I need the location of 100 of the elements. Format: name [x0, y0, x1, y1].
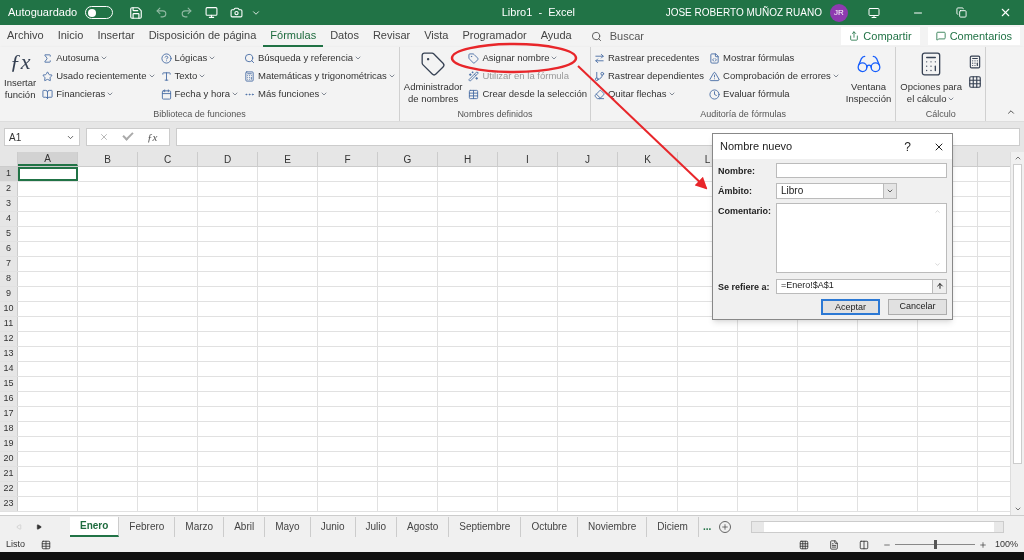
row-header[interactable]: 17: [0, 407, 18, 421]
sheet-tab[interactable]: Octubre: [521, 516, 578, 537]
more-sheets-button[interactable]: ...: [702, 519, 712, 534]
sheet-tab[interactable]: Julio: [355, 516, 398, 537]
ribbon-large-button[interactable]: Ventana Inspección: [844, 51, 893, 108]
row-header[interactable]: 8: [0, 272, 18, 286]
sheet-tab[interactable]: Mayo: [265, 516, 311, 537]
scope-dropdown[interactable]: Libro: [776, 182, 897, 199]
sheet-tab[interactable]: Abril: [224, 516, 266, 537]
ribbon-button[interactable]: Financieras: [42, 87, 156, 101]
column-header[interactable]: G: [378, 152, 438, 166]
row-header[interactable]: 22: [0, 482, 18, 496]
macro-record-icon[interactable]: [41, 539, 51, 550]
ribbon-tab[interactable]: Insertar: [90, 25, 142, 47]
column-header[interactable]: D: [198, 152, 258, 166]
restore-icon[interactable]: [956, 7, 967, 18]
user-avatar[interactable]: JR: [830, 3, 848, 22]
save-icon[interactable]: [129, 5, 144, 20]
column-header[interactable]: F: [318, 152, 378, 166]
row-header[interactable]: 1: [0, 167, 18, 181]
row-header[interactable]: 10: [0, 302, 18, 316]
insert-function-icon[interactable]: ƒx: [147, 128, 158, 146]
ribbon-large-button[interactable]: Opciones para el cálculo: [899, 51, 964, 108]
row-header[interactable]: 7: [0, 257, 18, 271]
dialog-button[interactable]: Cancelar: [888, 299, 947, 315]
name-box[interactable]: A1: [4, 128, 80, 146]
column-header[interactable]: H: [438, 152, 498, 166]
sheet-tab[interactable]: Febrero: [119, 516, 176, 537]
selected-cell[interactable]: [18, 167, 78, 181]
ribbon-button[interactable]: Rastrear precedentes: [594, 51, 705, 65]
dialog-button[interactable]: Aceptar: [821, 299, 880, 315]
row-header[interactable]: 5: [0, 227, 18, 241]
row-header[interactable]: 4: [0, 212, 18, 226]
ribbon-button[interactable]: Mostrar fórmulas: [709, 51, 840, 65]
ribbon-button[interactable]: Usado recientemente: [42, 69, 156, 83]
row-header[interactable]: 15: [0, 377, 18, 391]
row-header[interactable]: 20: [0, 452, 18, 466]
help-button[interactable]: ?: [904, 137, 911, 156]
column-header[interactable]: J: [558, 152, 618, 166]
next-sheet-icon[interactable]: [36, 523, 42, 530]
sheet-tab[interactable]: Agosto: [397, 516, 450, 537]
ribbon-tab[interactable]: Ayuda: [533, 25, 579, 47]
row-header[interactable]: 23: [0, 497, 18, 511]
row-header[interactable]: 12: [0, 332, 18, 346]
row-header[interactable]: 2: [0, 182, 18, 196]
page-break-icon[interactable]: [858, 539, 869, 550]
sheet-tab[interactable]: Diciem: [647, 516, 699, 537]
column-header[interactable]: E: [258, 152, 318, 166]
share-button[interactable]: Compartir: [841, 27, 920, 45]
ribbon-large-button[interactable]: Administrador de nombres: [402, 51, 464, 108]
ribbon-button[interactable]: Búsqueda y referencia: [244, 51, 396, 65]
page-layout-icon[interactable]: [828, 539, 839, 550]
row-header[interactable]: 9: [0, 287, 18, 301]
ribbon-button[interactable]: Texto: [160, 69, 239, 83]
ribbon-button[interactable]: Crear desde la selección: [468, 87, 587, 101]
ribbon-button[interactable]: Comprobación de errores: [709, 69, 840, 83]
sheet-tab[interactable]: Septiembre: [449, 516, 522, 537]
search-field[interactable]: Buscar: [609, 27, 670, 45]
column-header[interactable]: B: [78, 152, 138, 166]
zoom-in-icon[interactable]: [978, 540, 987, 549]
reference-input[interactable]: =Enero!$A$1: [776, 278, 947, 294]
ribbon-button[interactable]: Fecha y hora: [160, 87, 239, 101]
grid-icon[interactable]: [968, 75, 983, 89]
row-header[interactable]: 18: [0, 422, 18, 436]
zoom-thumb[interactable]: [933, 540, 937, 549]
vertical-scrollbar[interactable]: [1010, 152, 1024, 515]
column-header[interactable]: K: [618, 152, 678, 166]
ribbon-tab[interactable]: Inicio: [50, 25, 91, 47]
ribbon-button[interactable]: Más funciones: [244, 87, 396, 101]
ribbon-tab[interactable]: Disposición de página: [141, 25, 264, 47]
normal-view-icon[interactable]: [798, 539, 809, 550]
sheet-tab[interactable]: Marzo: [175, 516, 225, 537]
column-header[interactable]: C: [138, 152, 198, 166]
monitor-icon[interactable]: [205, 6, 219, 19]
scroll-down-icon[interactable]: [1013, 505, 1022, 513]
row-header[interactable]: 11: [0, 317, 18, 331]
sheet-tab[interactable]: Junio: [310, 516, 356, 537]
collapse-ribbon-icon[interactable]: [1006, 107, 1016, 117]
horizontal-scrollbar[interactable]: [751, 520, 1004, 533]
ribbon-tab[interactable]: Archivo: [0, 25, 51, 47]
row-header[interactable]: 16: [0, 392, 18, 406]
sheet-tab[interactable]: Enero: [70, 516, 120, 537]
scroll-up-icon[interactable]: [1013, 154, 1022, 162]
ribbon-button[interactable]: Matemáticas y trigonométricas: [244, 69, 396, 83]
calculator-icon[interactable]: [968, 55, 983, 69]
camera-icon[interactable]: [230, 6, 244, 19]
row-header[interactable]: 19: [0, 437, 18, 451]
row-header[interactable]: 6: [0, 242, 18, 256]
comments-button[interactable]: Comentarios: [927, 27, 1020, 45]
ribbon-button[interactable]: Rastrear dependientes: [594, 69, 705, 83]
row-header[interactable]: 21: [0, 467, 18, 481]
ribbon-tab[interactable]: Vista: [417, 25, 456, 47]
collapse-arrow-icon[interactable]: [935, 282, 944, 290]
ribbon-button[interactable]: Lógicas: [160, 51, 239, 65]
column-header[interactable]: I: [498, 152, 558, 166]
name-input[interactable]: [776, 163, 947, 178]
ribbon-tab[interactable]: Programador: [455, 25, 534, 47]
row-header[interactable]: 3: [0, 197, 18, 211]
ribbon-tab[interactable]: Datos: [323, 25, 366, 47]
ribbon-large-button[interactable]: ƒx Insertar función: [3, 51, 38, 108]
